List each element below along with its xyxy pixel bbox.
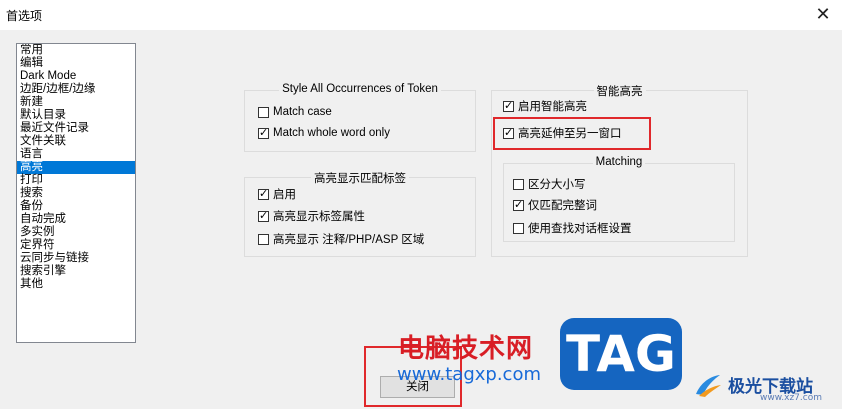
smart-whole-word-checkbox[interactable]: 仅匹配完整词 [513, 197, 597, 213]
category-item[interactable]: Dark Mode [17, 70, 135, 83]
match-whole-word-checkbox[interactable]: Match whole word only [258, 125, 390, 141]
smart-highlight-enable-box[interactable] [503, 99, 514, 113]
tag-match-title: 高亮显示匹配标签 [311, 173, 409, 185]
category-item[interactable]: 搜索 [17, 187, 135, 200]
category-item[interactable]: 文件关联 [17, 135, 135, 148]
category-item[interactable]: 备份 [17, 200, 135, 213]
extend-other-view-checkbox[interactable]: 高亮延伸至另一窗口 [503, 125, 622, 141]
tag-attr-checkbox[interactable]: 高亮显示标签属性 [258, 208, 365, 224]
category-item[interactable]: 高亮 [17, 161, 135, 174]
category-item[interactable]: 自动完成 [17, 213, 135, 226]
tag-match-enable-box[interactable] [258, 187, 269, 201]
tag-comment-box[interactable] [258, 233, 269, 245]
tag-attr-label: 高亮显示标签属性 [273, 211, 365, 223]
watermark-url: www.tagxp.com [397, 364, 541, 385]
match-whole-word-label: Match whole word only [273, 127, 390, 139]
smart-match-case-box[interactable] [513, 178, 524, 190]
category-item[interactable]: 其他 [17, 278, 135, 291]
style-token-title: Style All Occurrences of Token [279, 83, 441, 95]
aurora-logo-icon [696, 375, 721, 397]
category-item[interactable]: 云同步与链接 [17, 252, 135, 265]
category-item[interactable]: 多实例 [17, 226, 135, 239]
category-item[interactable]: 搜索引擎 [17, 265, 135, 278]
tag-match-enable-checkbox[interactable]: 启用 [258, 186, 296, 202]
close-icon[interactable]: ✕ [812, 3, 834, 25]
style-token-group: Style All Occurrences of Token [244, 83, 476, 152]
tag-match-enable-label: 启用 [273, 189, 296, 201]
category-item[interactable]: 最近文件记录 [17, 122, 135, 135]
watermark-url-2: www.xz7.com [760, 393, 822, 403]
title-bar: 首选项 ✕ [0, 0, 842, 30]
smart-whole-word-label: 仅匹配完整词 [528, 200, 597, 212]
use-find-settings-label: 使用查找对话框设置 [528, 223, 632, 235]
watermark-tag-logo: TAG [560, 318, 682, 390]
use-find-settings-checkbox[interactable]: 使用查找对话框设置 [513, 220, 632, 236]
category-item[interactable]: 定界符 [17, 239, 135, 252]
matching-title: Matching [592, 156, 646, 168]
category-item[interactable]: 默认目录 [17, 109, 135, 122]
extend-other-view-box[interactable] [503, 126, 514, 140]
watermark-site-name: 电脑技术网 [398, 334, 534, 364]
category-item[interactable]: 新建 [17, 96, 135, 109]
smart-match-case-checkbox[interactable]: 区分大小写 [513, 176, 586, 192]
category-item[interactable]: 编辑 [17, 57, 135, 70]
smart-highlight-enable-label: 启用智能高亮 [518, 101, 587, 113]
category-list[interactable]: 常用 编辑 Dark Mode 边距/边框/边缘 新建 默认目录 最近文件记录 文件关联 语言高… [16, 43, 136, 343]
tag-comment-checkbox[interactable]: 高亮显示 注释/PHP/ASP 区域 [258, 231, 424, 247]
tag-attr-box[interactable] [258, 209, 269, 223]
smart-whole-word-box[interactable] [513, 198, 524, 212]
match-case-label: Match case [273, 106, 332, 118]
match-case-checkbox[interactable]: Match case [258, 104, 332, 120]
category-item[interactable]: 语言 [17, 148, 135, 161]
extend-other-view-label: 高亮延伸至另一窗口 [518, 128, 622, 140]
category-item[interactable]: 打印 [17, 174, 135, 187]
category-item[interactable]: 常用 [17, 44, 135, 57]
smart-match-case-label: 区分大小写 [528, 179, 586, 191]
match-case-box[interactable] [258, 106, 269, 118]
category-item[interactable]: 边距/边框/边缘 [17, 83, 135, 96]
smart-highlight-enable-checkbox[interactable]: 启用智能高亮 [503, 98, 587, 114]
smart-highlight-title: 智能高亮 [593, 86, 646, 98]
tag-comment-label: 高亮显示 注释/PHP/ASP 区域 [273, 234, 425, 246]
use-find-settings-box[interactable] [513, 222, 524, 234]
match-whole-word-box[interactable] [258, 126, 269, 140]
window-title: 首选项 [6, 9, 43, 23]
